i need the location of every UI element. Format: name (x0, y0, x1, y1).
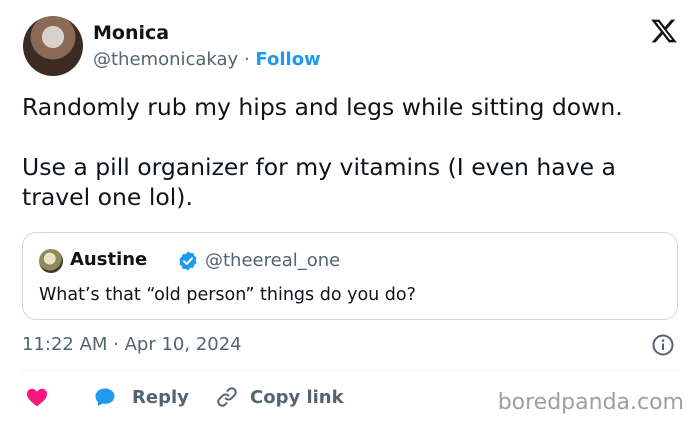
quoted-author-avatar (39, 249, 63, 273)
link-icon (217, 387, 237, 407)
tweet-text: Randomly rub my hips and legs while sitt… (22, 92, 682, 212)
follow-button[interactable]: Follow (255, 49, 320, 70)
tweet-paragraph-2: Use a pill organizer for my vitamins (I … (22, 153, 616, 211)
watermark: boredpanda.com (497, 390, 684, 415)
heart-icon (27, 388, 47, 407)
divider (22, 370, 678, 371)
verified-badge-icon (179, 251, 197, 271)
copy-link-label: Copy link (250, 386, 344, 408)
quoted-author-handle: @theereal_one (205, 250, 341, 271)
x-logo-icon[interactable] (650, 17, 678, 45)
author-handle[interactable]: @themonicakay (93, 49, 238, 70)
quoted-tweet-card[interactable]: Austine @theereal_one What’s that “old p… (22, 232, 678, 320)
tweet-timestamp[interactable]: 11:22 AM · Apr 10, 2024 (22, 334, 242, 355)
like-button[interactable] (24, 384, 50, 410)
author-avatar[interactable] (23, 16, 83, 76)
tweet-paragraph-1: Randomly rub my hips and legs while sitt… (22, 93, 623, 121)
quoted-tweet-text: What’s that “old person” things do you d… (39, 285, 416, 305)
quoted-author-name: Austine (70, 249, 148, 270)
author-meta: @themonicakay · Follow (93, 49, 321, 70)
author-name[interactable]: Monica (93, 22, 169, 44)
meta-separator: · (243, 49, 250, 70)
reply-bubble-icon (95, 388, 115, 406)
reply-label: Reply (132, 386, 189, 408)
copy-link-button[interactable]: Copy link (214, 384, 344, 410)
reply-button[interactable]: Reply (92, 384, 189, 410)
info-icon[interactable] (651, 333, 675, 357)
